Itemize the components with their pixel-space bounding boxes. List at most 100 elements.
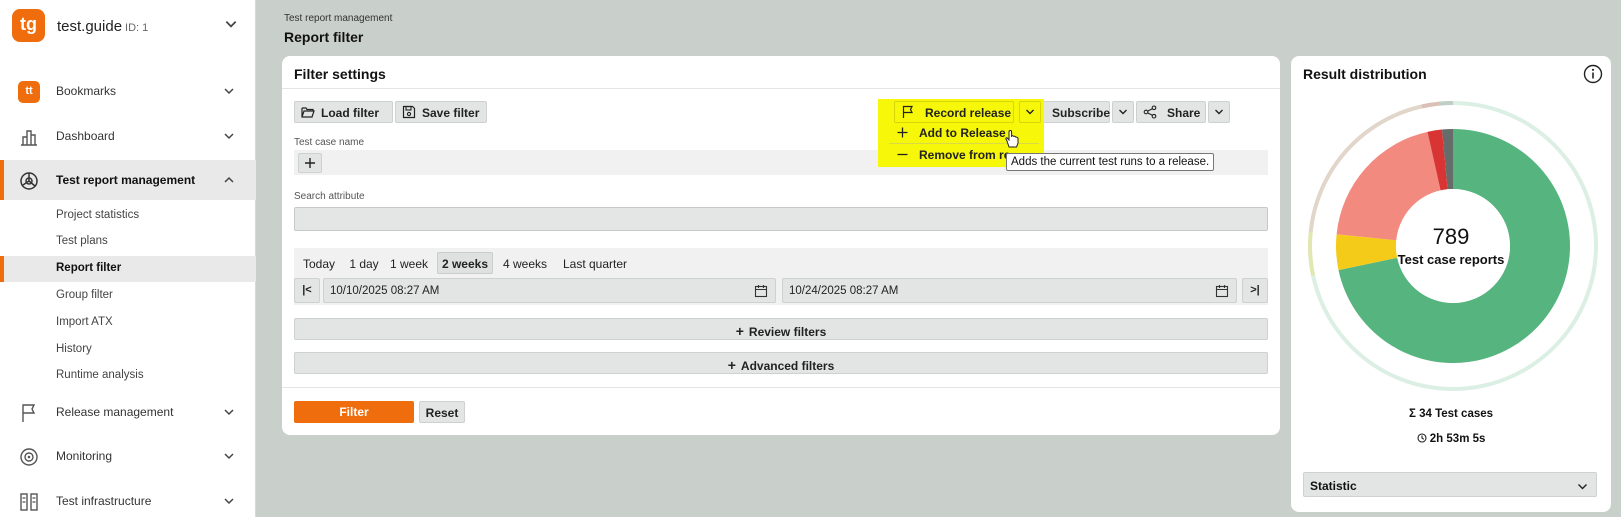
total-count: 789: [1432, 224, 1470, 249]
duration-value: 2h 53m 5s: [1429, 433, 1486, 445]
sidebar-item-dashboard[interactable]: Dashboard: [0, 116, 256, 156]
sidebar-subitem-label: Group filter: [56, 289, 113, 301]
search-attribute-label: Search attribute: [294, 191, 365, 202]
sidebar-item-test-report-management[interactable]: Test report management: [0, 160, 256, 200]
share-icon: [1143, 105, 1157, 119]
rack-icon: [20, 493, 38, 511]
duration: 2h 53m 5s: [1291, 433, 1611, 445]
chevron-down-icon: [1578, 484, 1587, 490]
chevron-down-icon: [1026, 109, 1034, 115]
sidebar-subitem-project-statistics[interactable]: Project statistics: [0, 203, 256, 229]
chevron-down-icon[interactable]: [223, 495, 235, 507]
load-filter-label: Load filter: [321, 106, 380, 120]
flag-icon: [902, 105, 913, 118]
subscribe-label: Subscribe: [1052, 106, 1111, 120]
total-label: Test case reports: [1397, 252, 1505, 267]
save-filter-button[interactable]: Save filter: [395, 101, 487, 123]
sidebar-item-label: Test report management: [56, 173, 196, 187]
save-filter-label: Save filter: [422, 106, 480, 120]
date-to-input[interactable]: 10/24/2025 08:27 AM: [782, 278, 1237, 303]
outer-ring-segment: [1421, 101, 1440, 109]
sidebar-item-label: Dashboard: [56, 129, 115, 143]
sidebar-subitem-test-plans[interactable]: Test plans: [0, 229, 256, 255]
project-selector[interactable]: tg test.guide ID: 1: [12, 9, 256, 45]
record-release-button[interactable]: Record release: [894, 101, 1014, 123]
breadcrumb[interactable]: Test report management: [284, 13, 392, 24]
date-to-value: 10/24/2025 08:27 AM: [789, 285, 899, 297]
advanced-filters-button[interactable]: + Advanced filters: [294, 352, 1268, 374]
date-forward-button[interactable]: >|: [1242, 278, 1268, 303]
date-back-button[interactable]: |<: [294, 278, 320, 303]
sidebar-subitem-runtime-analysis[interactable]: Runtime analysis: [0, 363, 256, 389]
minus-icon: [897, 153, 908, 156]
add-test-case-name-button[interactable]: [298, 153, 322, 173]
sidebar-subitem-group-filter[interactable]: Group filter: [0, 283, 256, 309]
divider: [282, 88, 1280, 89]
test-case-name-label: Test case name: [294, 137, 365, 148]
range-1-day[interactable]: 1 day: [345, 252, 383, 274]
sidebar-item-label: Bookmarks: [56, 84, 117, 98]
review-filters-label: Review filters: [748, 325, 827, 339]
range-4-weeks[interactable]: 4 weeks: [499, 252, 551, 274]
reset-button[interactable]: Reset: [419, 401, 465, 423]
sidebar-subitem-label: Report filter: [56, 262, 122, 274]
share-dropdown-button[interactable]: [1208, 101, 1230, 123]
sidebar-subitem-import-atx[interactable]: Import ATX: [0, 310, 256, 336]
tooltip: Adds the current test runs to a release.: [1006, 153, 1215, 171]
date-from-input[interactable]: 10/10/2025 08:27 AM: [323, 278, 776, 303]
sidebar-item-release-management[interactable]: Release management: [0, 392, 256, 432]
page-title: Report filter: [284, 29, 364, 45]
range-2-weeks[interactable]: 2 weeks: [437, 252, 493, 274]
chevron-down-icon[interactable]: [224, 17, 238, 31]
plus-icon: +: [735, 323, 744, 339]
sidebar-item-bookmarks[interactable]: tt Bookmarks: [0, 71, 256, 111]
add-to-release-label: Add to Release: [919, 126, 1006, 140]
project-name: test.guide ID: 1: [57, 18, 148, 35]
pie-chart-icon: [20, 172, 38, 190]
outer-ring-segment: [1439, 101, 1454, 106]
chevron-down-icon[interactable]: [223, 85, 235, 97]
statistic-select-value: Statistic: [1310, 479, 1357, 493]
chevron-down-icon: [1215, 109, 1223, 115]
info-icon[interactable]: [1583, 64, 1603, 84]
record-release-label: Record release: [925, 106, 1012, 120]
app-name: test.guide: [57, 18, 123, 35]
load-filter-button[interactable]: Load filter: [294, 101, 393, 123]
plus-icon: [897, 127, 908, 138]
record-release-dropdown-button[interactable]: [1019, 101, 1041, 123]
share-label: Share: [1167, 106, 1201, 120]
subscribe-dropdown-button[interactable]: [1112, 101, 1134, 123]
calendar-icon[interactable]: [754, 284, 768, 298]
sidebar-subitem-label: Test plans: [56, 235, 108, 247]
chevron-down-icon[interactable]: [223, 406, 235, 418]
folder-open-icon: [301, 107, 315, 118]
range-1-week[interactable]: 1 week: [387, 252, 431, 274]
sidebar-item-monitoring[interactable]: Monitoring: [0, 436, 256, 476]
share-button[interactable]: Share: [1136, 101, 1206, 123]
filter-button[interactable]: Filter: [294, 401, 414, 423]
sidebar-subitem-report-filter[interactable]: Report filter: [0, 256, 256, 282]
bar-chart-icon: [21, 130, 37, 146]
range-last-quarter[interactable]: Last quarter: [557, 252, 633, 274]
test-guide-logo: tg: [12, 9, 45, 42]
range-today[interactable]: Today: [298, 252, 340, 274]
review-filters-button[interactable]: + Review filters: [294, 318, 1268, 340]
calendar-icon[interactable]: [1215, 284, 1229, 298]
project-id: ID: 1: [125, 22, 149, 34]
sigma-icon: Σ: [1408, 408, 1416, 420]
chevron-up-icon[interactable]: [223, 174, 235, 186]
sidebar-item-test-infrastructure[interactable]: Test infrastructure: [0, 481, 256, 517]
chevron-down-icon[interactable]: [223, 130, 235, 142]
sidebar-item-label: Release management: [56, 405, 174, 419]
plus-icon: [305, 158, 315, 168]
filter-settings-panel: Filter settings Load filter Save filter …: [282, 56, 1280, 435]
bookmark-tt-icon: tt: [18, 81, 40, 103]
chevron-down-icon: [1119, 109, 1127, 115]
chevron-down-icon[interactable]: [223, 450, 235, 462]
sidebar-subitem-label: Import ATX: [56, 316, 113, 328]
flag-icon: [22, 404, 36, 422]
search-attribute-input[interactable]: [294, 207, 1268, 231]
divider: [282, 387, 1280, 388]
sidebar-subitem-history[interactable]: History: [0, 337, 256, 363]
statistic-select[interactable]: Statistic: [1303, 472, 1597, 497]
